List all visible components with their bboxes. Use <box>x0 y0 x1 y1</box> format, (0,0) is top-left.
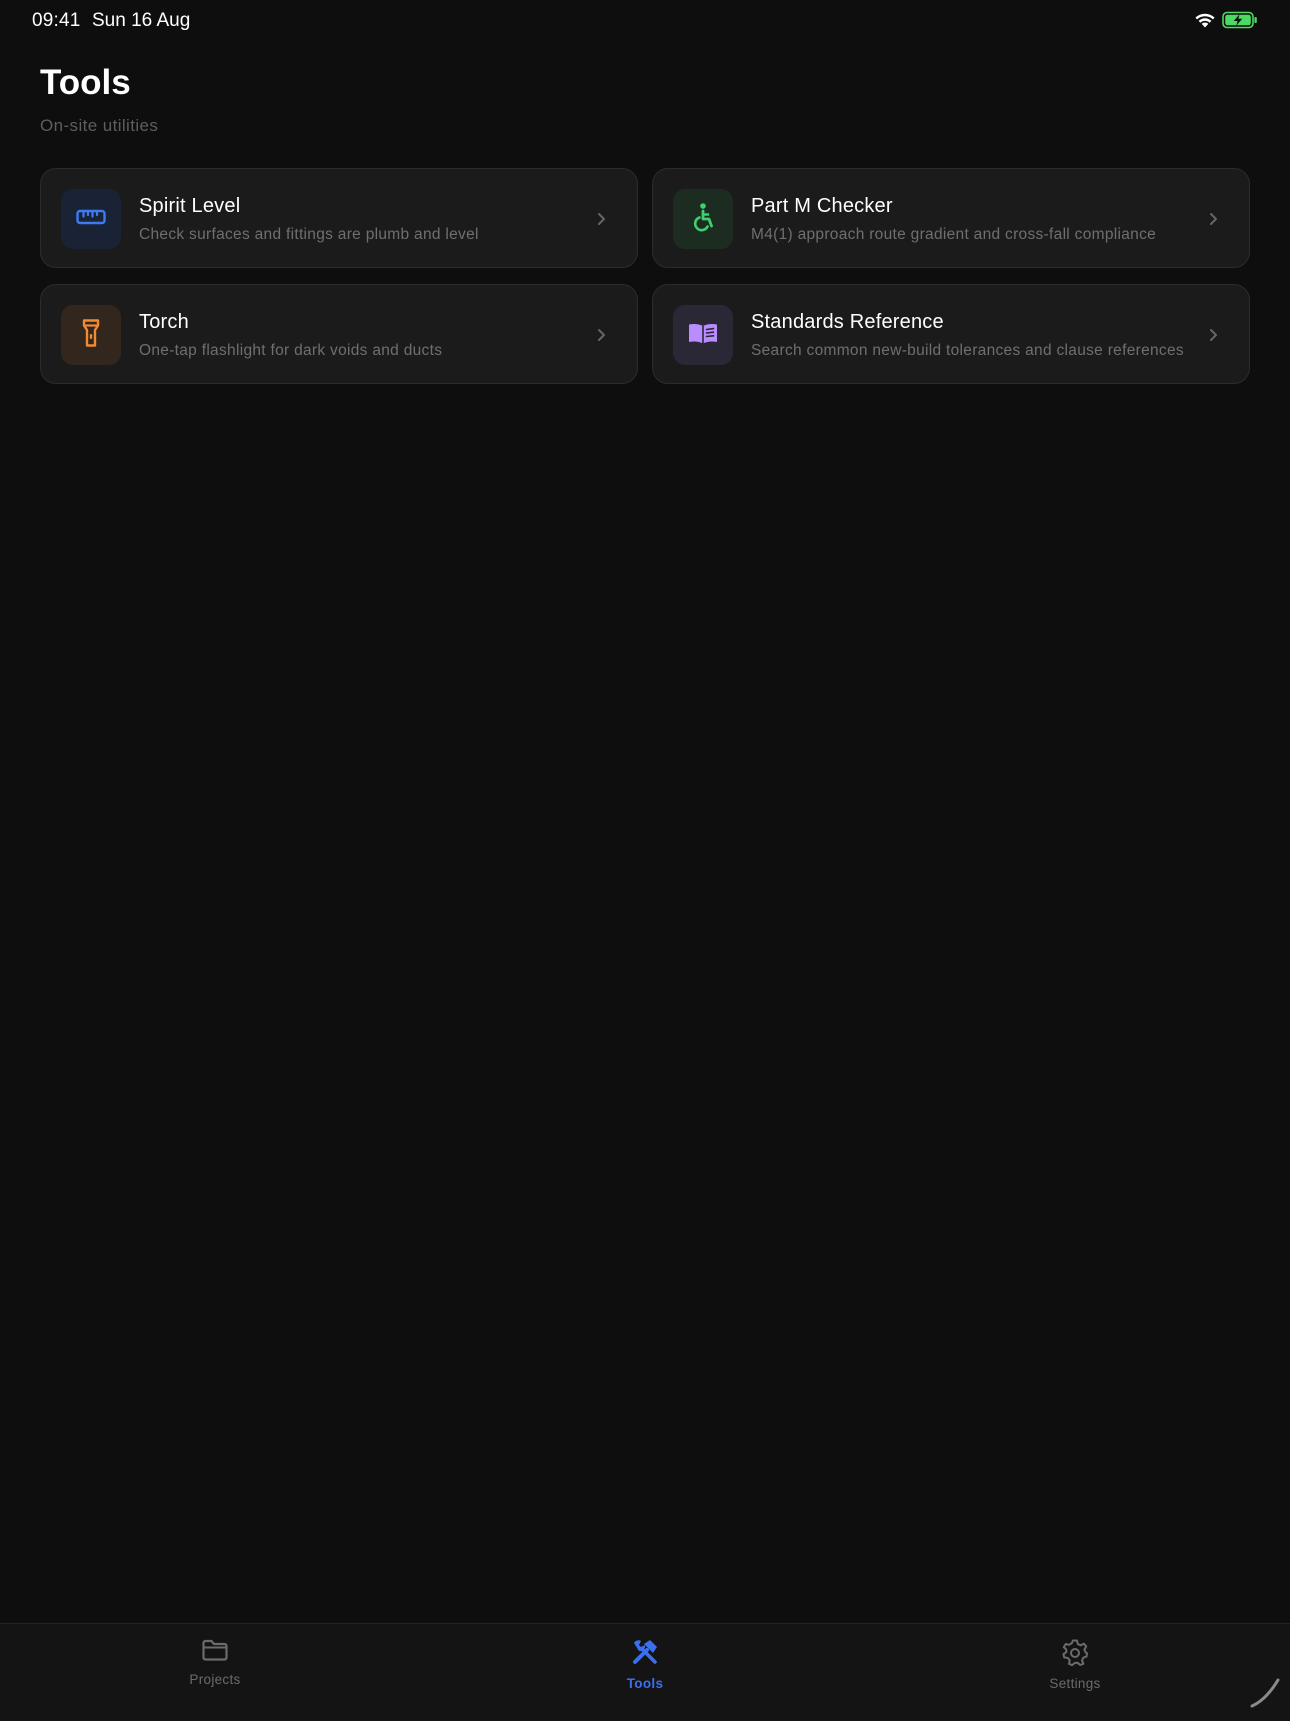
tab-projects[interactable]: Projects <box>145 1638 285 1687</box>
gear-icon <box>1061 1638 1089 1671</box>
tool-title: Torch <box>139 311 189 333</box>
wifi-icon <box>1194 12 1216 33</box>
battery-charging-icon <box>1222 11 1258 34</box>
tools-icon <box>631 1638 659 1671</box>
tool-description: M4(1) approach route gradient and cross-… <box>751 226 1157 243</box>
status-bar: 09:41 Sun 16 Aug <box>0 0 1290 40</box>
tool-text: Spirit Level Check surfaces and fittings… <box>139 195 581 244</box>
chevron-right-icon <box>1203 209 1223 229</box>
page-title: Tools <box>40 63 131 102</box>
tool-card-torch[interactable]: Torch One-tap flashlight for dark voids … <box>40 284 638 384</box>
book-icon <box>687 321 719 350</box>
resize-handle-icon <box>1248 1674 1284 1715</box>
tool-title: Part M Checker <box>751 195 893 217</box>
tab-label: Projects <box>189 1672 241 1687</box>
tool-icon-tile <box>61 305 121 365</box>
tab-tools[interactable]: Tools <box>575 1638 715 1691</box>
flashlight-icon <box>81 318 101 353</box>
tab-label: Settings <box>1049 1676 1101 1691</box>
tools-grid: Spirit Level Check surfaces and fittings… <box>40 168 1250 384</box>
tab-settings[interactable]: Settings <box>1005 1638 1145 1691</box>
status-date: Sun 16 Aug <box>92 10 191 31</box>
ruler-icon <box>76 208 106 231</box>
tool-icon-tile <box>61 189 121 249</box>
tool-title: Spirit Level <box>139 195 241 217</box>
tool-card-spirit-level[interactable]: Spirit Level Check surfaces and fittings… <box>40 168 638 268</box>
chevron-right-icon <box>591 325 611 345</box>
tab-bar: Projects Tools Settings <box>0 1623 1290 1721</box>
status-indicators <box>1194 11 1258 34</box>
tool-description: Check surfaces and fittings are plumb an… <box>139 226 479 243</box>
tool-card-standards-reference[interactable]: Standards Reference Search common new-bu… <box>652 284 1250 384</box>
tool-icon-tile <box>673 189 733 249</box>
tool-text: Standards Reference Search common new-bu… <box>751 311 1193 360</box>
tool-description: Search common new-build tolerances and c… <box>751 342 1184 359</box>
tool-icon-tile <box>673 305 733 365</box>
page-subtitle: On-site utilities <box>40 116 159 135</box>
chevron-right-icon <box>591 209 611 229</box>
chevron-right-icon <box>1203 325 1223 345</box>
status-time: 09:41 <box>32 10 81 31</box>
folder-icon <box>201 1638 229 1667</box>
tool-text: Torch One-tap flashlight for dark voids … <box>139 311 581 360</box>
tool-description: One-tap flashlight for dark voids and du… <box>139 342 443 359</box>
tool-text: Part M Checker M4(1) approach route grad… <box>751 195 1193 244</box>
wheelchair-icon <box>690 202 716 237</box>
tool-title: Standards Reference <box>751 311 944 333</box>
tab-label: Tools <box>626 1676 664 1691</box>
tool-card-part-m-checker[interactable]: Part M Checker M4(1) approach route grad… <box>652 168 1250 268</box>
